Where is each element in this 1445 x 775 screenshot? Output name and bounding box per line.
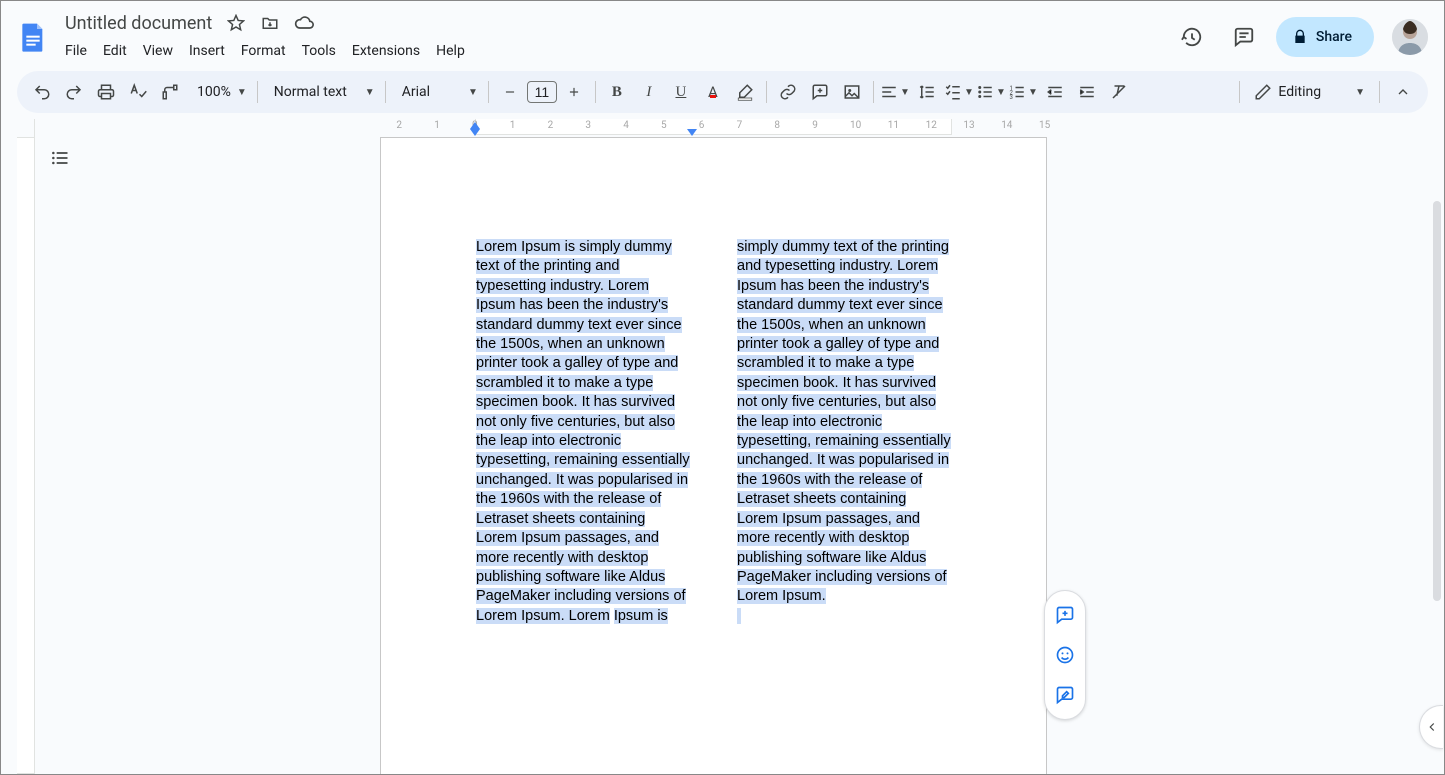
vertical-ruler[interactable]: 12345678910111213141516 bbox=[1, 119, 35, 774]
text-color-button[interactable]: A bbox=[698, 77, 728, 107]
collapse-toolbar-button[interactable] bbox=[1388, 77, 1418, 107]
separator bbox=[385, 81, 386, 103]
caret-down-icon: ▼ bbox=[1028, 87, 1038, 98]
align-dropdown[interactable]: ▼ bbox=[880, 77, 910, 107]
docs-logo[interactable] bbox=[13, 17, 53, 57]
page-body[interactable]: Lorem Ipsum is simply dummy text of the … bbox=[381, 138, 1046, 676]
separator bbox=[595, 81, 596, 103]
svg-text:3: 3 bbox=[1009, 94, 1012, 101]
workspace: 12345678910111213141516 2101234567891011… bbox=[1, 119, 1444, 774]
account-avatar[interactable] bbox=[1392, 19, 1428, 55]
checklist-dropdown[interactable]: ▼ bbox=[944, 77, 974, 107]
menu-help[interactable]: Help bbox=[428, 41, 473, 61]
caret-down-icon: ▼ bbox=[900, 87, 910, 98]
floating-action-bar bbox=[1044, 590, 1086, 720]
font-value: Arial bbox=[402, 84, 430, 100]
share-label: Share bbox=[1316, 29, 1352, 45]
selected-text-column1[interactable]: Lorem Ipsum is simply dummy text of the … bbox=[476, 239, 690, 624]
move-icon[interactable] bbox=[258, 11, 282, 35]
horizontal-ruler[interactable] bbox=[475, 119, 952, 135]
line-spacing-dropdown[interactable] bbox=[912, 77, 942, 107]
zoom-value: 100% bbox=[191, 84, 233, 100]
print-button[interactable] bbox=[91, 77, 121, 107]
menu-extensions[interactable]: Extensions bbox=[344, 41, 428, 61]
bold-button[interactable]: B bbox=[602, 77, 632, 107]
numbered-list-dropdown[interactable]: 123▼ bbox=[1008, 77, 1038, 107]
insert-image-button[interactable] bbox=[837, 77, 867, 107]
comments-icon[interactable] bbox=[1224, 17, 1264, 57]
menu-tools[interactable]: Tools bbox=[294, 41, 344, 61]
star-icon[interactable] bbox=[224, 11, 248, 35]
menu-insert[interactable]: Insert bbox=[181, 41, 233, 61]
add-comment-button[interactable] bbox=[805, 77, 835, 107]
increase-indent-button[interactable] bbox=[1072, 77, 1102, 107]
suggest-edits-button[interactable] bbox=[1047, 677, 1083, 713]
cloud-status-icon[interactable] bbox=[292, 11, 316, 35]
insert-link-button[interactable] bbox=[773, 77, 803, 107]
menu-format[interactable]: Format bbox=[233, 41, 294, 61]
caret-down-icon: ▼ bbox=[1355, 87, 1365, 98]
caret-down-icon: ▼ bbox=[237, 87, 247, 98]
document-canvas[interactable]: 210123456789101112131415 Lorem Ipsum is … bbox=[35, 119, 1444, 774]
editing-mode-label: Editing bbox=[1278, 84, 1321, 100]
page[interactable]: Lorem Ipsum is simply dummy text of the … bbox=[380, 137, 1047, 774]
zoom-dropdown[interactable]: 100% ▼ bbox=[187, 84, 251, 100]
separator bbox=[488, 81, 489, 103]
undo-button[interactable] bbox=[27, 77, 57, 107]
menu-view[interactable]: View bbox=[135, 41, 181, 61]
caret-down-icon: ▼ bbox=[468, 87, 478, 98]
menu-file[interactable]: File bbox=[57, 41, 95, 61]
paragraph-style-value: Normal text bbox=[274, 84, 347, 100]
history-icon[interactable] bbox=[1172, 17, 1212, 57]
menu-edit[interactable]: Edit bbox=[95, 41, 135, 61]
title-bar: Untitled document File Edit View Insert … bbox=[1, 1, 1444, 65]
caret-down-icon: ▼ bbox=[964, 87, 974, 98]
toolbar: 100%▼ Normal text▼ Arial▼ B I U A ▼ ▼ ▼ … bbox=[17, 71, 1428, 113]
decrease-indent-button[interactable] bbox=[1040, 77, 1070, 107]
paint-format-button[interactable] bbox=[155, 77, 185, 107]
add-comment-floating-button[interactable] bbox=[1047, 597, 1083, 633]
bulleted-list-dropdown[interactable]: ▼ bbox=[976, 77, 1006, 107]
editing-mode-dropdown[interactable]: Editing ▼ bbox=[1248, 83, 1371, 101]
add-emoji-reaction-button[interactable] bbox=[1047, 637, 1083, 673]
highlight-color-button[interactable] bbox=[730, 77, 760, 107]
caret-down-icon: ▼ bbox=[365, 87, 375, 98]
share-button[interactable]: Share bbox=[1276, 17, 1374, 57]
vertical-scrollbar[interactable] bbox=[1429, 119, 1443, 773]
spellcheck-button[interactable] bbox=[123, 77, 153, 107]
underline-button[interactable]: U bbox=[666, 77, 696, 107]
paragraph-style-dropdown[interactable]: Normal text ▼ bbox=[264, 84, 379, 100]
separator bbox=[873, 81, 874, 103]
lock-icon bbox=[1292, 29, 1308, 45]
clear-formatting-button[interactable] bbox=[1104, 77, 1134, 107]
font-size-input[interactable] bbox=[527, 81, 557, 103]
font-dropdown[interactable]: Arial ▼ bbox=[392, 84, 482, 100]
separator bbox=[257, 81, 258, 103]
separator bbox=[1379, 81, 1380, 103]
caret-down-icon: ▼ bbox=[996, 87, 1006, 98]
separator bbox=[766, 81, 767, 103]
document-title[interactable]: Untitled document bbox=[61, 12, 216, 35]
pencil-icon bbox=[1254, 83, 1272, 101]
increase-font-size-button[interactable] bbox=[559, 77, 589, 107]
decrease-font-size-button[interactable] bbox=[495, 77, 525, 107]
italic-button[interactable]: I bbox=[634, 77, 664, 107]
redo-button[interactable] bbox=[59, 77, 89, 107]
menu-bar: File Edit View Insert Format Tools Exten… bbox=[57, 37, 473, 65]
separator bbox=[1239, 81, 1240, 103]
